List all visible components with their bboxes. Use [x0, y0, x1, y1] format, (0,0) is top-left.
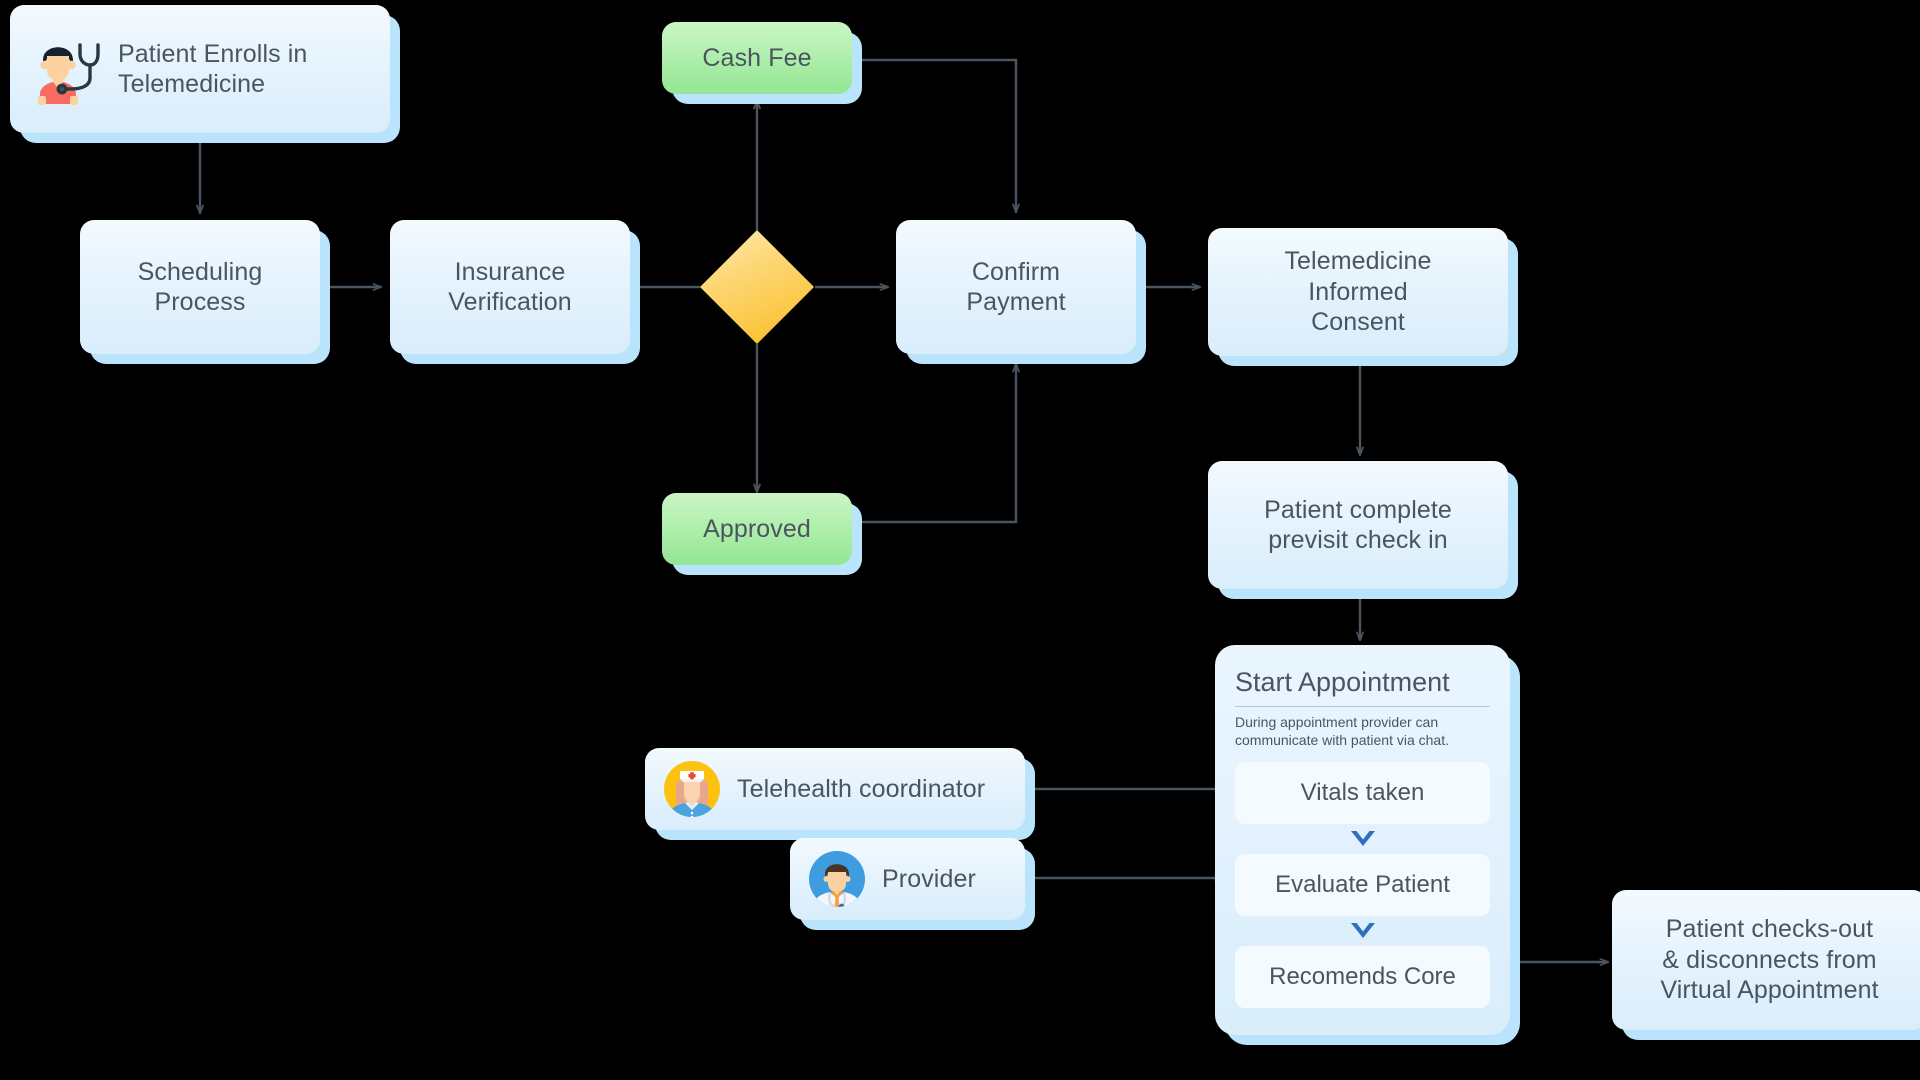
node-card: Patient checks-out & disconnects from Vi… [1612, 890, 1920, 1030]
node-approved[interactable]: Approved [662, 493, 862, 575]
node-label: Cash Fee [702, 43, 812, 72]
node-previsit-check-in[interactable]: Patient complete previsit check in [1208, 461, 1518, 599]
edge-approved-to-confirm [862, 362, 1020, 524]
node-patient-enrolls[interactable]: Patient Enrolls in Telemedicine [10, 5, 400, 143]
diagram-canvas: Patient Enrolls in Telemedicine Scheduli… [0, 0, 1920, 1080]
node-label: Telemedicine Informed Consent [1284, 247, 1432, 337]
node-label: Patient checks-out & disconnects from Vi… [1660, 915, 1879, 1005]
start-appointment-panel[interactable]: Start Appointment During appointment pro… [1215, 645, 1520, 1045]
node-telehealth-coordinator[interactable]: Telehealth coordinator [645, 748, 1035, 840]
node-label: Patient Enrolls in Telemedicine [118, 39, 308, 99]
node-label: Approved [703, 514, 811, 543]
node-card: Cash Fee [662, 22, 852, 94]
node-card: Approved [662, 493, 852, 565]
node-card: Patient Enrolls in Telemedicine [10, 5, 390, 133]
node-patient-checks-out[interactable]: Patient checks-out & disconnects from Vi… [1612, 890, 1920, 1040]
node-confirm-payment[interactable]: Confirm Payment [896, 220, 1146, 364]
node-card: Scheduling Process [80, 220, 320, 354]
patient-with-stethoscope-avatar [38, 43, 100, 105]
edge-cashfee-to-confirm [862, 58, 1020, 214]
doctor-avatar [809, 851, 865, 907]
node-card: Insurance Verification [390, 220, 630, 354]
node-card: Telehealth coordinator [645, 748, 1025, 830]
node-card: Telemedicine Informed Consent [1208, 228, 1508, 356]
nurse-avatar [664, 761, 720, 817]
node-cash-fee[interactable]: Cash Fee [662, 22, 862, 104]
step-vitals-taken[interactable]: Vitals taken [1235, 761, 1490, 824]
node-provider[interactable]: Provider [790, 838, 1035, 930]
step-recomends-core[interactable]: Recomends Core [1235, 945, 1490, 1008]
step-evaluate-patient[interactable]: Evaluate Patient [1235, 853, 1490, 916]
node-informed-consent[interactable]: Telemedicine Informed Consent [1208, 228, 1518, 366]
panel-body: Start Appointment During appointment pro… [1215, 645, 1510, 1035]
start-appointment-title: Start Appointment [1235, 667, 1450, 697]
chevron-down-icon [1235, 824, 1490, 854]
node-label: Insurance Verification [448, 257, 572, 317]
node-label: Scheduling Process [137, 257, 263, 317]
chevron-down-icon [1235, 916, 1490, 946]
node-label: Telehealth coordinator [737, 774, 986, 803]
title-divider [1235, 706, 1490, 707]
decision-diamond[interactable] [699, 229, 815, 345]
node-scheduling-process[interactable]: Scheduling Process [80, 220, 330, 364]
node-label: Provider [882, 864, 976, 893]
diamond-shape [700, 230, 814, 344]
node-card: Patient complete previsit check in [1208, 461, 1508, 589]
node-label: Patient complete previsit check in [1264, 495, 1452, 555]
node-insurance-verification[interactable]: Insurance Verification [390, 220, 640, 364]
start-appointment-subtitle: During appointment provider can communic… [1235, 714, 1449, 748]
node-label: Confirm Payment [966, 257, 1066, 317]
node-card: Confirm Payment [896, 220, 1136, 354]
node-card: Provider [790, 838, 1025, 920]
